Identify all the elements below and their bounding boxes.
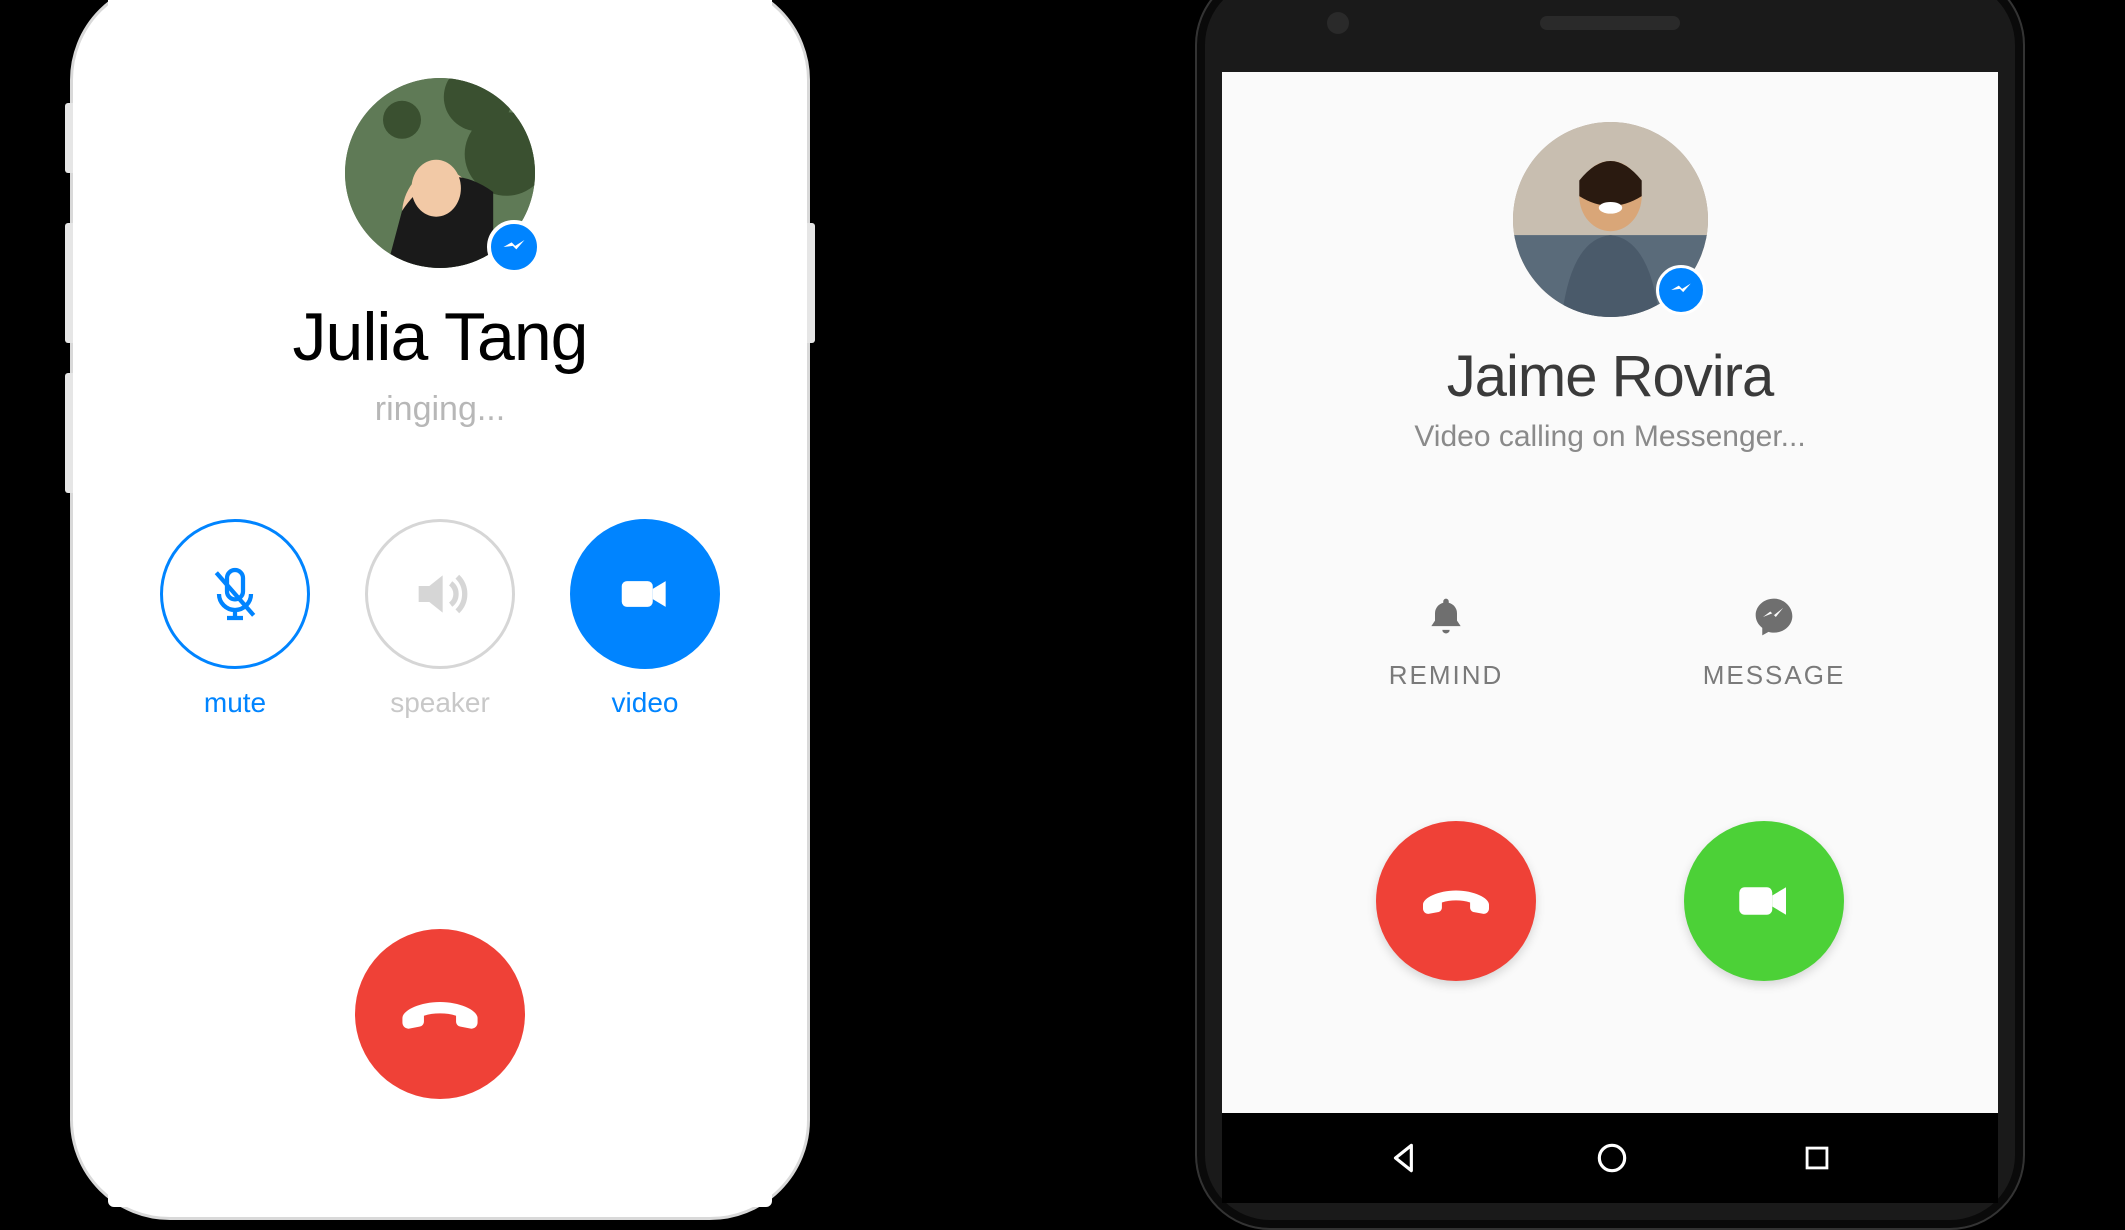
answer-buttons-row: [1222, 821, 1998, 981]
nav-back-button[interactable]: [1386, 1139, 1424, 1177]
hangup-phone-icon: [399, 973, 481, 1055]
incoming-actions-row: REMIND MESSAGE: [1222, 594, 1998, 691]
messenger-bubble-icon: [1752, 595, 1796, 639]
messenger-badge-icon: [1656, 265, 1706, 315]
nav-home-button[interactable]: [1593, 1139, 1631, 1177]
remind-button[interactable]: REMIND: [1346, 594, 1546, 691]
call-controls-row: mute speaker: [160, 519, 720, 719]
mute-button[interactable]: mute: [160, 519, 310, 719]
nav-recent-button[interactable]: [1800, 1141, 1834, 1175]
accept-video-call-button[interactable]: [1684, 821, 1844, 981]
incoming-call-screen: Jaime Rovira Video calling on Messenger.…: [1222, 72, 1998, 1203]
iphone-volume-up: [65, 223, 73, 343]
mute-label: mute: [204, 687, 266, 719]
decline-call-button[interactable]: [1376, 821, 1536, 981]
end-call-button[interactable]: [355, 929, 525, 1099]
iphone-power-button: [807, 223, 815, 343]
speaker-label: speaker: [390, 687, 490, 719]
remind-label: REMIND: [1389, 660, 1504, 691]
caller-avatar-wrap: [345, 78, 535, 268]
android-device-frame: Jaime Rovira Video calling on Messenger.…: [1195, 0, 2025, 1230]
message-label: MESSAGE: [1703, 660, 1846, 691]
iphone-volume-down: [65, 373, 73, 493]
caller-name: Julia Tang: [293, 298, 588, 376]
video-camera-icon: [614, 563, 676, 625]
hangup-phone-icon: [1420, 865, 1492, 937]
microphone-muted-icon: [203, 562, 267, 626]
iphone-mute-switch: [65, 103, 73, 173]
caller-name: Jaime Rovira: [1447, 343, 1773, 410]
nav-home-icon: [1593, 1139, 1631, 1177]
video-label: video: [612, 687, 679, 719]
message-button[interactable]: MESSAGE: [1674, 594, 1874, 691]
caller-avatar-wrap: [1513, 122, 1708, 317]
android-speaker-slot: [1540, 16, 1680, 30]
android-front-camera: [1327, 12, 1349, 34]
messenger-badge-icon: [487, 220, 541, 274]
android-nav-bar: [1222, 1113, 1998, 1203]
bell-icon: [1424, 595, 1468, 639]
nav-recent-icon: [1800, 1141, 1834, 1175]
iphone-device-frame: Julia Tang ringing... mute: [70, 0, 810, 1220]
video-camera-icon: [1731, 868, 1797, 934]
video-button[interactable]: video: [570, 519, 720, 719]
outgoing-call-screen: Julia Tang ringing... mute: [108, 0, 772, 1207]
call-status: Video calling on Messenger...: [1414, 420, 1805, 454]
nav-back-icon: [1386, 1139, 1424, 1177]
speaker-icon: [408, 562, 472, 626]
call-status: ringing...: [375, 390, 505, 429]
speaker-button[interactable]: speaker: [365, 519, 515, 719]
